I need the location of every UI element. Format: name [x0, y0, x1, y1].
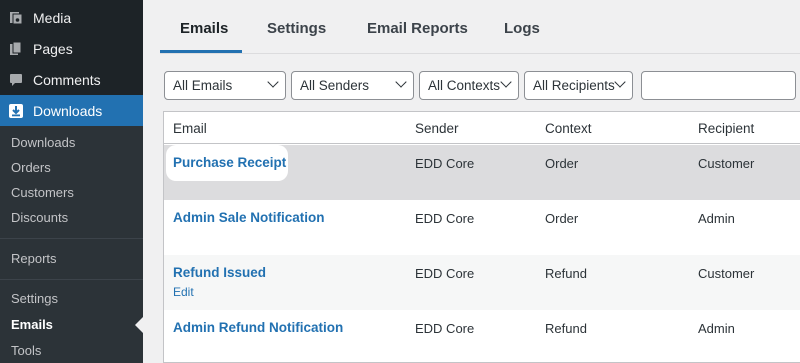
- sender-cell: EDD Core: [415, 211, 475, 226]
- context-cell: Order: [545, 156, 579, 171]
- emails-filter-value: All Emails: [173, 78, 233, 93]
- column-header-email: Email: [173, 121, 207, 136]
- email-link-admin-refund-notification[interactable]: Admin Refund Notification: [173, 320, 343, 335]
- chevron-down-icon: [267, 76, 279, 88]
- submenu-item-tools[interactable]: Tools: [11, 343, 41, 358]
- submenu-item-settings[interactable]: Settings: [11, 291, 58, 306]
- menu-item-downloads[interactable]: Downloads: [0, 95, 143, 126]
- sender-cell: EDD Core: [415, 156, 475, 171]
- menu-item-pages[interactable]: Pages: [0, 33, 143, 64]
- email-link-purchase-receipt[interactable]: Purchase Receipt: [173, 155, 286, 170]
- admin-sidebar: Media Pages Comments Downloads Downloads…: [0, 0, 143, 363]
- submenu-item-emails[interactable]: Emails: [11, 317, 53, 332]
- email-link-refund-issued[interactable]: Refund Issued: [173, 265, 266, 280]
- recipient-cell: Admin: [698, 211, 735, 226]
- submenu-item-customers[interactable]: Customers: [11, 185, 74, 200]
- email-link-admin-sale-notification[interactable]: Admin Sale Notification: [173, 210, 325, 225]
- submenu-separator: [0, 238, 143, 239]
- recipients-filter-select[interactable]: All Recipients: [524, 71, 633, 100]
- table-header: Email Sender Context Recipient: [164, 112, 800, 144]
- tab-logs[interactable]: Logs: [504, 20, 540, 37]
- submenu-item-downloads[interactable]: Downloads: [11, 135, 75, 150]
- menu-label: Downloads: [33, 102, 103, 119]
- column-header-sender: Sender: [415, 121, 459, 136]
- menu-item-media[interactable]: Media: [0, 2, 143, 33]
- pages-icon: [9, 41, 23, 56]
- submenu-item-orders[interactable]: Orders: [11, 160, 51, 175]
- table-row: Refund Issued Edit EDD Core Refund Custo…: [164, 255, 800, 310]
- menu-label: Media: [33, 9, 72, 26]
- submenu-item-discounts[interactable]: Discounts: [11, 210, 68, 225]
- senders-filter-select[interactable]: All Senders: [291, 71, 414, 100]
- active-tab-indicator: [160, 50, 242, 53]
- recipient-cell: Admin: [698, 321, 735, 336]
- email-tabs: Emails Settings Email Reports Logs: [160, 0, 800, 54]
- recipient-cell: Customer: [698, 266, 755, 281]
- context-cell: Order: [545, 211, 579, 226]
- sender-cell: EDD Core: [415, 266, 475, 281]
- comments-icon: [9, 73, 23, 87]
- contexts-filter-value: All Contexts: [428, 78, 501, 93]
- tab-email-reports[interactable]: Email Reports: [367, 20, 468, 37]
- chevron-down-icon: [500, 76, 512, 88]
- column-header-recipient: Recipient: [698, 121, 755, 136]
- column-header-context: Context: [545, 121, 592, 136]
- recipient-cell: Customer: [698, 156, 755, 171]
- table-row: Purchase Receipt EDD Core Order Customer: [164, 145, 800, 200]
- chevron-down-icon: [614, 76, 626, 88]
- senders-filter-value: All Senders: [300, 78, 370, 93]
- context-cell: Refund: [545, 321, 587, 336]
- chevron-down-icon: [395, 76, 407, 88]
- search-input[interactable]: [641, 71, 796, 100]
- sender-cell: EDD Core: [415, 321, 475, 336]
- downloads-submenu: Downloads Orders Customers Discounts Rep…: [0, 126, 143, 363]
- context-cell: Refund: [545, 266, 587, 281]
- contexts-filter-select[interactable]: All Contexts: [419, 71, 519, 100]
- downloads-icon: [9, 103, 23, 118]
- recipients-filter-value: All Recipients: [533, 78, 615, 93]
- tab-settings[interactable]: Settings: [267, 20, 326, 37]
- menu-label: Pages: [33, 40, 73, 57]
- tab-emails[interactable]: Emails: [180, 20, 228, 37]
- submenu-item-reports[interactable]: Reports: [11, 251, 57, 266]
- menu-item-comments[interactable]: Comments: [0, 64, 143, 95]
- menu-label: Comments: [33, 71, 101, 88]
- submenu-separator: [0, 279, 143, 280]
- emails-table: Email Sender Context Recipient Purchase …: [163, 111, 800, 363]
- media-icon: [9, 11, 23, 25]
- edit-link[interactable]: Edit: [173, 285, 194, 299]
- current-page-indicator: [135, 317, 143, 333]
- emails-filter-select[interactable]: All Emails: [164, 71, 286, 100]
- table-row: Admin Refund Notification EDD Core Refun…: [164, 310, 800, 362]
- table-row: Admin Sale Notification EDD Core Order A…: [164, 200, 800, 255]
